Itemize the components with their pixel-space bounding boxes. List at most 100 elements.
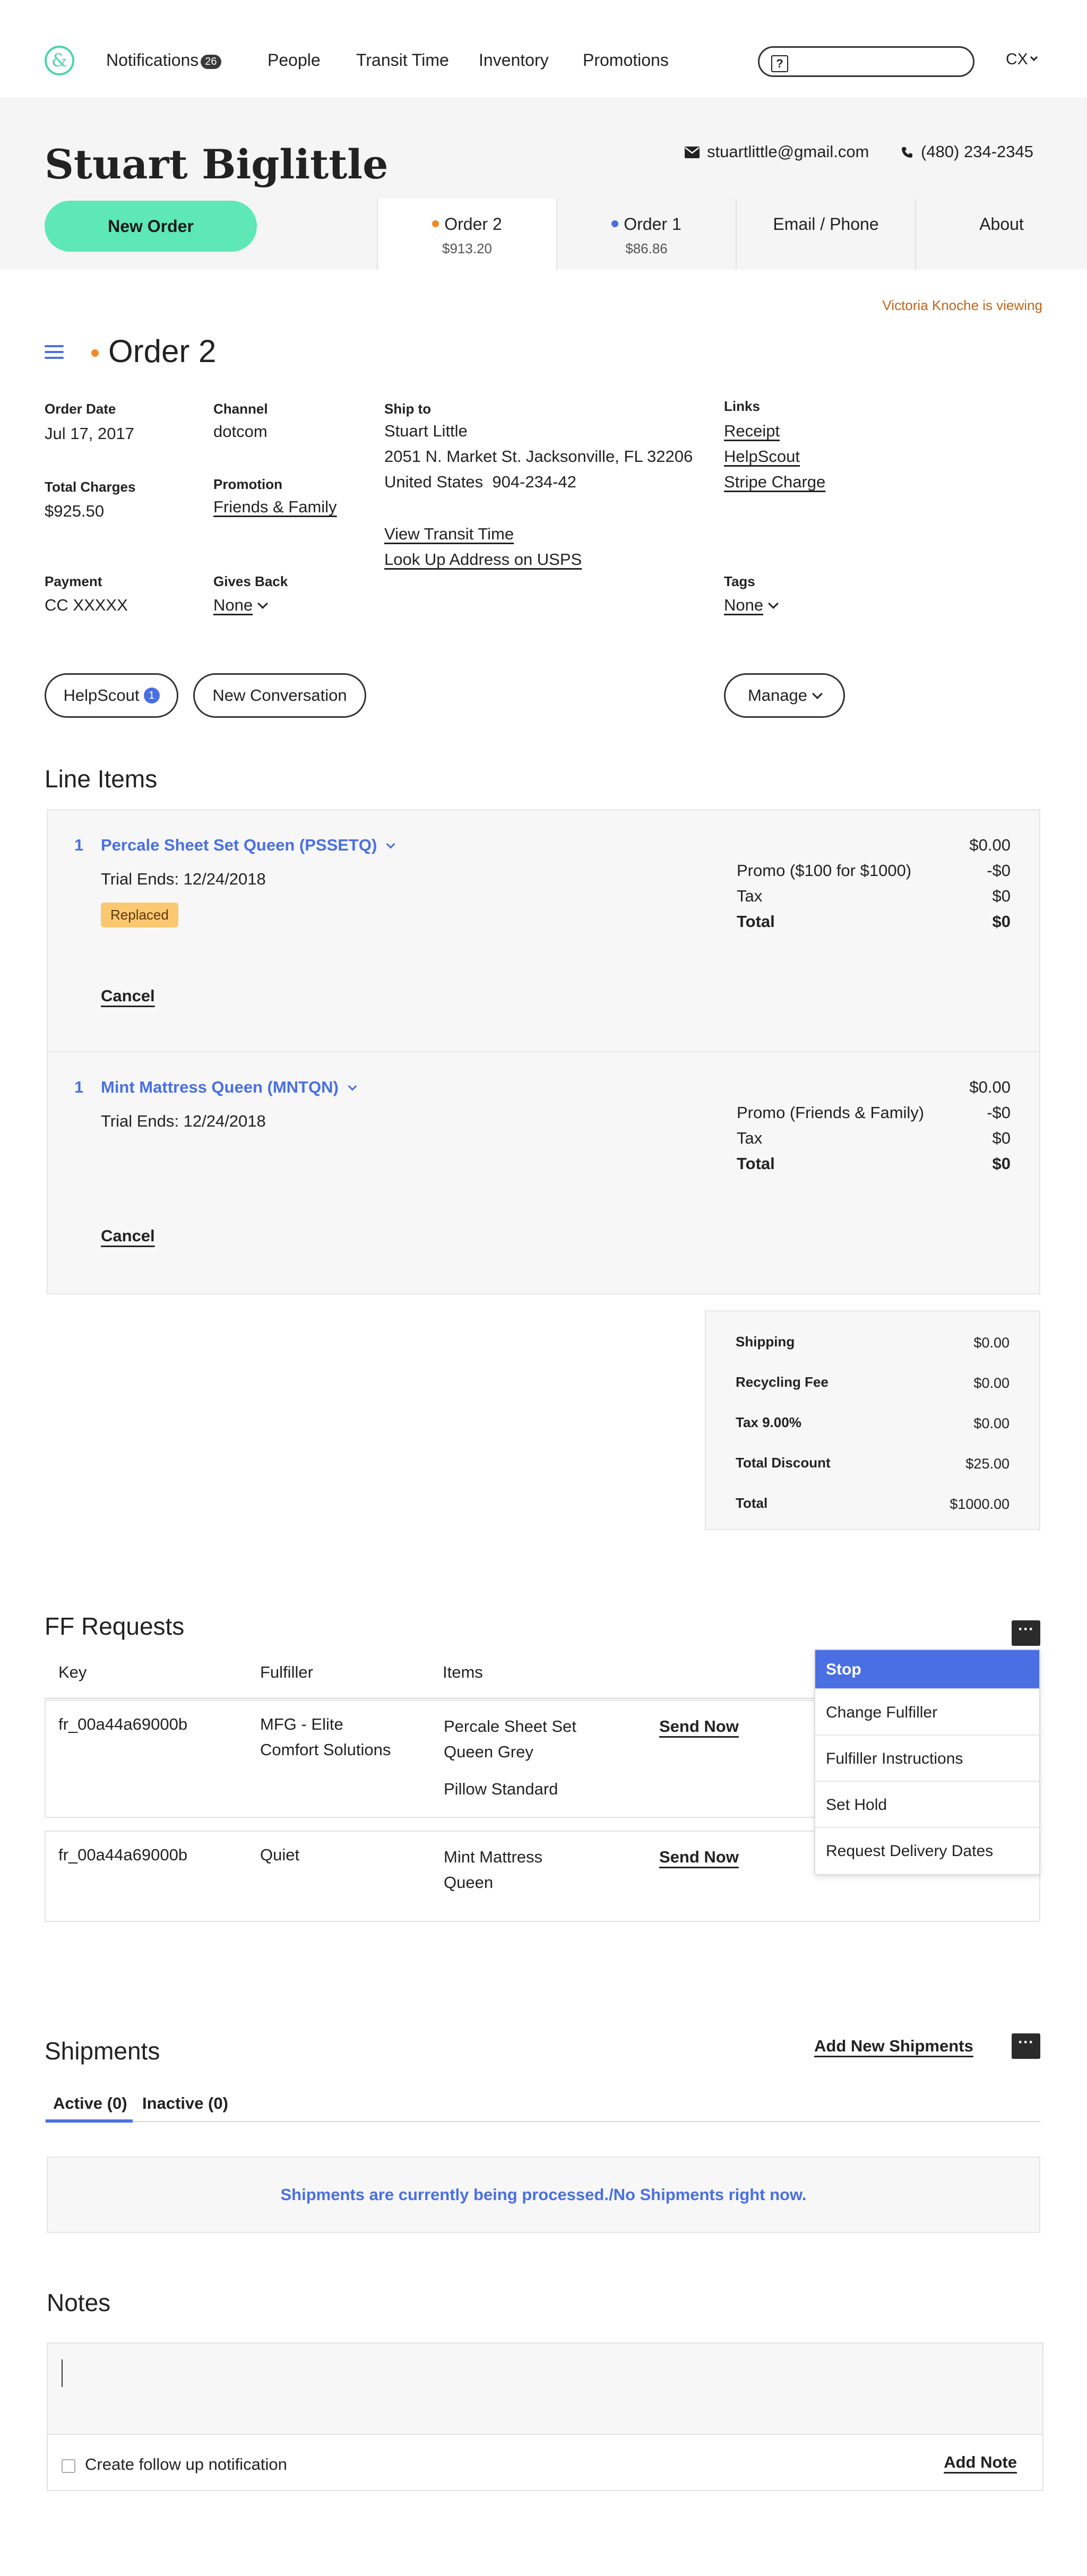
ff-key: fr_00a44a69000b xyxy=(58,1845,188,1864)
menu-item-change-fulfiller[interactable]: Change Fulfiller xyxy=(815,1689,1039,1736)
tab-order-1[interactable]: Order 1 $86.86 xyxy=(556,199,736,270)
order-status-dot xyxy=(611,220,619,227)
line-item-promo-value: -$0 xyxy=(987,1103,1011,1122)
notes-panel: Create follow up notification Add Note xyxy=(47,2342,1043,2491)
total-discount-value: $25.00 xyxy=(965,1456,1010,1472)
grand-total-value: $1000.00 xyxy=(950,1496,1010,1512)
ship-to-name: Stuart Little xyxy=(384,422,468,440)
line-item-cancel-button[interactable]: Cancel xyxy=(101,1226,155,1246)
new-conversation-button[interactable]: New Conversation xyxy=(193,673,366,718)
chevron-down-icon xyxy=(257,598,269,609)
app-logo-icon[interactable]: & xyxy=(45,46,74,75)
order-status-dot xyxy=(91,349,99,357)
shipments-tabs-divider xyxy=(45,2121,1040,2122)
line-item-cancel-button[interactable]: Cancel xyxy=(101,986,155,1006)
line-item-promo-label: Promo ($100 for $1000) xyxy=(737,861,912,880)
gives-back-select[interactable]: None xyxy=(213,593,269,618)
line-items-title: Line Items xyxy=(45,765,158,793)
tab-order-1-label: Order 1 xyxy=(624,214,681,234)
customer-phone-text: (480) 234-2345 xyxy=(921,142,1033,161)
tab-order-1-amount: $86.86 xyxy=(625,241,668,256)
line-item-tax-value: $0 xyxy=(992,1129,1011,1147)
note-textarea[interactable] xyxy=(48,2343,1042,2435)
helpscout-button[interactable]: HelpScout 1 xyxy=(45,673,178,718)
line-item-tax-label: Tax xyxy=(737,1129,763,1147)
tags-label: Tags xyxy=(724,573,755,589)
top-nav: & Notifications 26 People Transit Time In… xyxy=(0,0,1087,97)
total-charges-label: Total Charges xyxy=(45,479,136,495)
ff-item: Percale Sheet Set xyxy=(444,1717,576,1736)
nav-inventory[interactable]: Inventory xyxy=(479,50,549,70)
line-item-name[interactable]: Mint Mattress Queen (MNTQN) xyxy=(101,1078,357,1097)
line-item-name-text: Mint Mattress Queen (MNTQN) xyxy=(101,1078,339,1096)
line-item-price: $0.00 xyxy=(969,1078,1011,1096)
tax-value: $0.00 xyxy=(973,1415,1010,1431)
total-charges: $925.50 xyxy=(45,502,105,520)
chevron-down-icon xyxy=(386,839,395,849)
tab-order-2-label: Order 2 xyxy=(444,214,502,234)
follow-up-checkbox[interactable] xyxy=(62,2459,75,2473)
menu-item-stop[interactable]: Stop xyxy=(815,1650,1039,1689)
ship-to-country-phone: United States 904-234-42 xyxy=(384,473,576,491)
order-date-label: Order Date xyxy=(45,401,116,417)
add-note-button[interactable]: Add Note xyxy=(944,2453,1017,2472)
tax-label: Tax 9.00% xyxy=(736,1414,801,1430)
nav-notifications[interactable]: Notifications 26 xyxy=(106,50,221,70)
nav-promotions[interactable]: Promotions xyxy=(583,50,669,70)
help-search-icon: ? xyxy=(771,55,788,72)
shipments-menu-button[interactable]: ··· xyxy=(1012,2033,1040,2059)
ff-fulfiller: MFG - Elite xyxy=(260,1715,343,1733)
menu-item-set-hold[interactable]: Set Hold xyxy=(815,1782,1039,1828)
customer-email[interactable]: stuartlittle@gmail.com xyxy=(685,142,869,161)
nav-transit-time[interactable]: Transit Time xyxy=(356,50,449,70)
receipt-link[interactable]: Receipt xyxy=(724,418,780,444)
recycling-fee-label: Recycling Fee xyxy=(736,1374,829,1390)
line-item-total-label: Total xyxy=(737,1154,775,1173)
menu-item-fulfiller-instructions[interactable]: Fulfiller Instructions xyxy=(815,1736,1039,1782)
order-status-dot xyxy=(432,220,439,227)
send-now-button[interactable]: Send Now xyxy=(659,1848,739,1867)
stripe-charge-link[interactable]: Stripe Charge xyxy=(724,469,825,495)
tab-email-phone[interactable]: Email / Phone xyxy=(736,199,915,270)
promotion-link[interactable]: Friends & Family xyxy=(213,494,337,520)
send-now-button[interactable]: Send Now xyxy=(659,1717,739,1736)
links-label: Links xyxy=(724,398,760,414)
look-up-usps-link[interactable]: Look Up Address on USPS xyxy=(384,547,582,572)
customer-name: Stuart Biglittle xyxy=(45,141,389,188)
line-item-promo-label: Promo (Friends & Family) xyxy=(737,1103,925,1122)
search-input[interactable]: ? xyxy=(758,46,974,77)
ff-requests-menu-button[interactable]: ··· xyxy=(1012,1620,1040,1646)
gives-back-value: None xyxy=(213,596,253,614)
replaced-badge: Replaced xyxy=(101,903,178,928)
ff-actions-dropdown: Stop Change Fulfiller Fulfiller Instruct… xyxy=(814,1649,1040,1875)
tab-shipments-inactive[interactable]: Inactive (0) xyxy=(142,2094,228,2113)
tab-about[interactable]: About xyxy=(915,199,1087,270)
ff-item-line-2: Queen xyxy=(444,1873,494,1892)
add-new-shipments-button[interactable]: Add New Shipments xyxy=(814,2037,973,2056)
menu-item-request-delivery-dates[interactable]: Request Delivery Dates xyxy=(815,1828,1039,1874)
customer-email-text: stuartlittle@gmail.com xyxy=(707,142,869,161)
tags-select[interactable]: None xyxy=(724,593,779,618)
tab-shipments-active[interactable]: Active (0) xyxy=(53,2094,127,2113)
line-item-price: $0.00 xyxy=(969,836,1011,854)
user-menu[interactable]: CX xyxy=(1006,50,1038,68)
payment: CC XXXXX xyxy=(45,596,128,614)
line-item-tax-value: $0 xyxy=(992,887,1011,905)
customer-phone[interactable]: (480) 234-2345 xyxy=(901,142,1033,161)
ff-column-items: Items xyxy=(443,1663,483,1681)
new-order-button[interactable]: New Order xyxy=(45,201,257,252)
ff-fulfiller-line-2: Comfort Solutions xyxy=(260,1740,391,1759)
view-transit-time-link[interactable]: View Transit Time xyxy=(384,521,514,547)
tab-order-2[interactable]: Order 2 $913.20 xyxy=(377,199,556,270)
hamburger-menu-icon[interactable] xyxy=(45,345,64,363)
line-item-name[interactable]: Percale Sheet Set Queen (PSSETQ) xyxy=(101,836,395,855)
nav-people[interactable]: People xyxy=(268,50,321,70)
manage-button[interactable]: Manage xyxy=(724,673,845,718)
line-item-total-value: $0 xyxy=(992,912,1011,931)
helpscout-link[interactable]: HelpScout xyxy=(724,444,800,469)
phone-icon xyxy=(902,147,912,158)
line-item-total-value: $0 xyxy=(992,1154,1011,1173)
ff-fulfiller: Quiet xyxy=(260,1845,300,1864)
order-title: Order 2 xyxy=(91,333,216,370)
ff-key: fr_00a44a69000b xyxy=(58,1715,188,1733)
